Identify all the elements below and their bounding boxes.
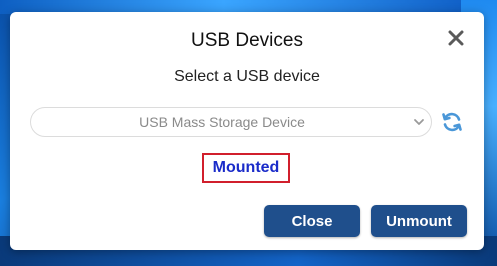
mount-status-label: Mounted xyxy=(202,153,290,183)
usb-devices-dialog: USB Devices Select a USB device USB Mass… xyxy=(10,12,484,250)
dialog-title: USB Devices xyxy=(191,30,303,51)
unmount-button[interactable]: Unmount xyxy=(371,205,467,237)
usb-device-select[interactable]: USB Mass Storage Device xyxy=(30,107,432,137)
dialog-subtitle: Select a USB device xyxy=(174,68,320,85)
chevron-down-icon xyxy=(414,119,424,125)
close-icon[interactable] xyxy=(444,26,468,50)
close-button[interactable]: Close xyxy=(264,205,360,237)
desktop-background: USB Devices Select a USB device USB Mass… xyxy=(0,0,497,266)
refresh-icon[interactable] xyxy=(440,110,464,134)
usb-device-select-value: USB Mass Storage Device xyxy=(139,114,305,130)
